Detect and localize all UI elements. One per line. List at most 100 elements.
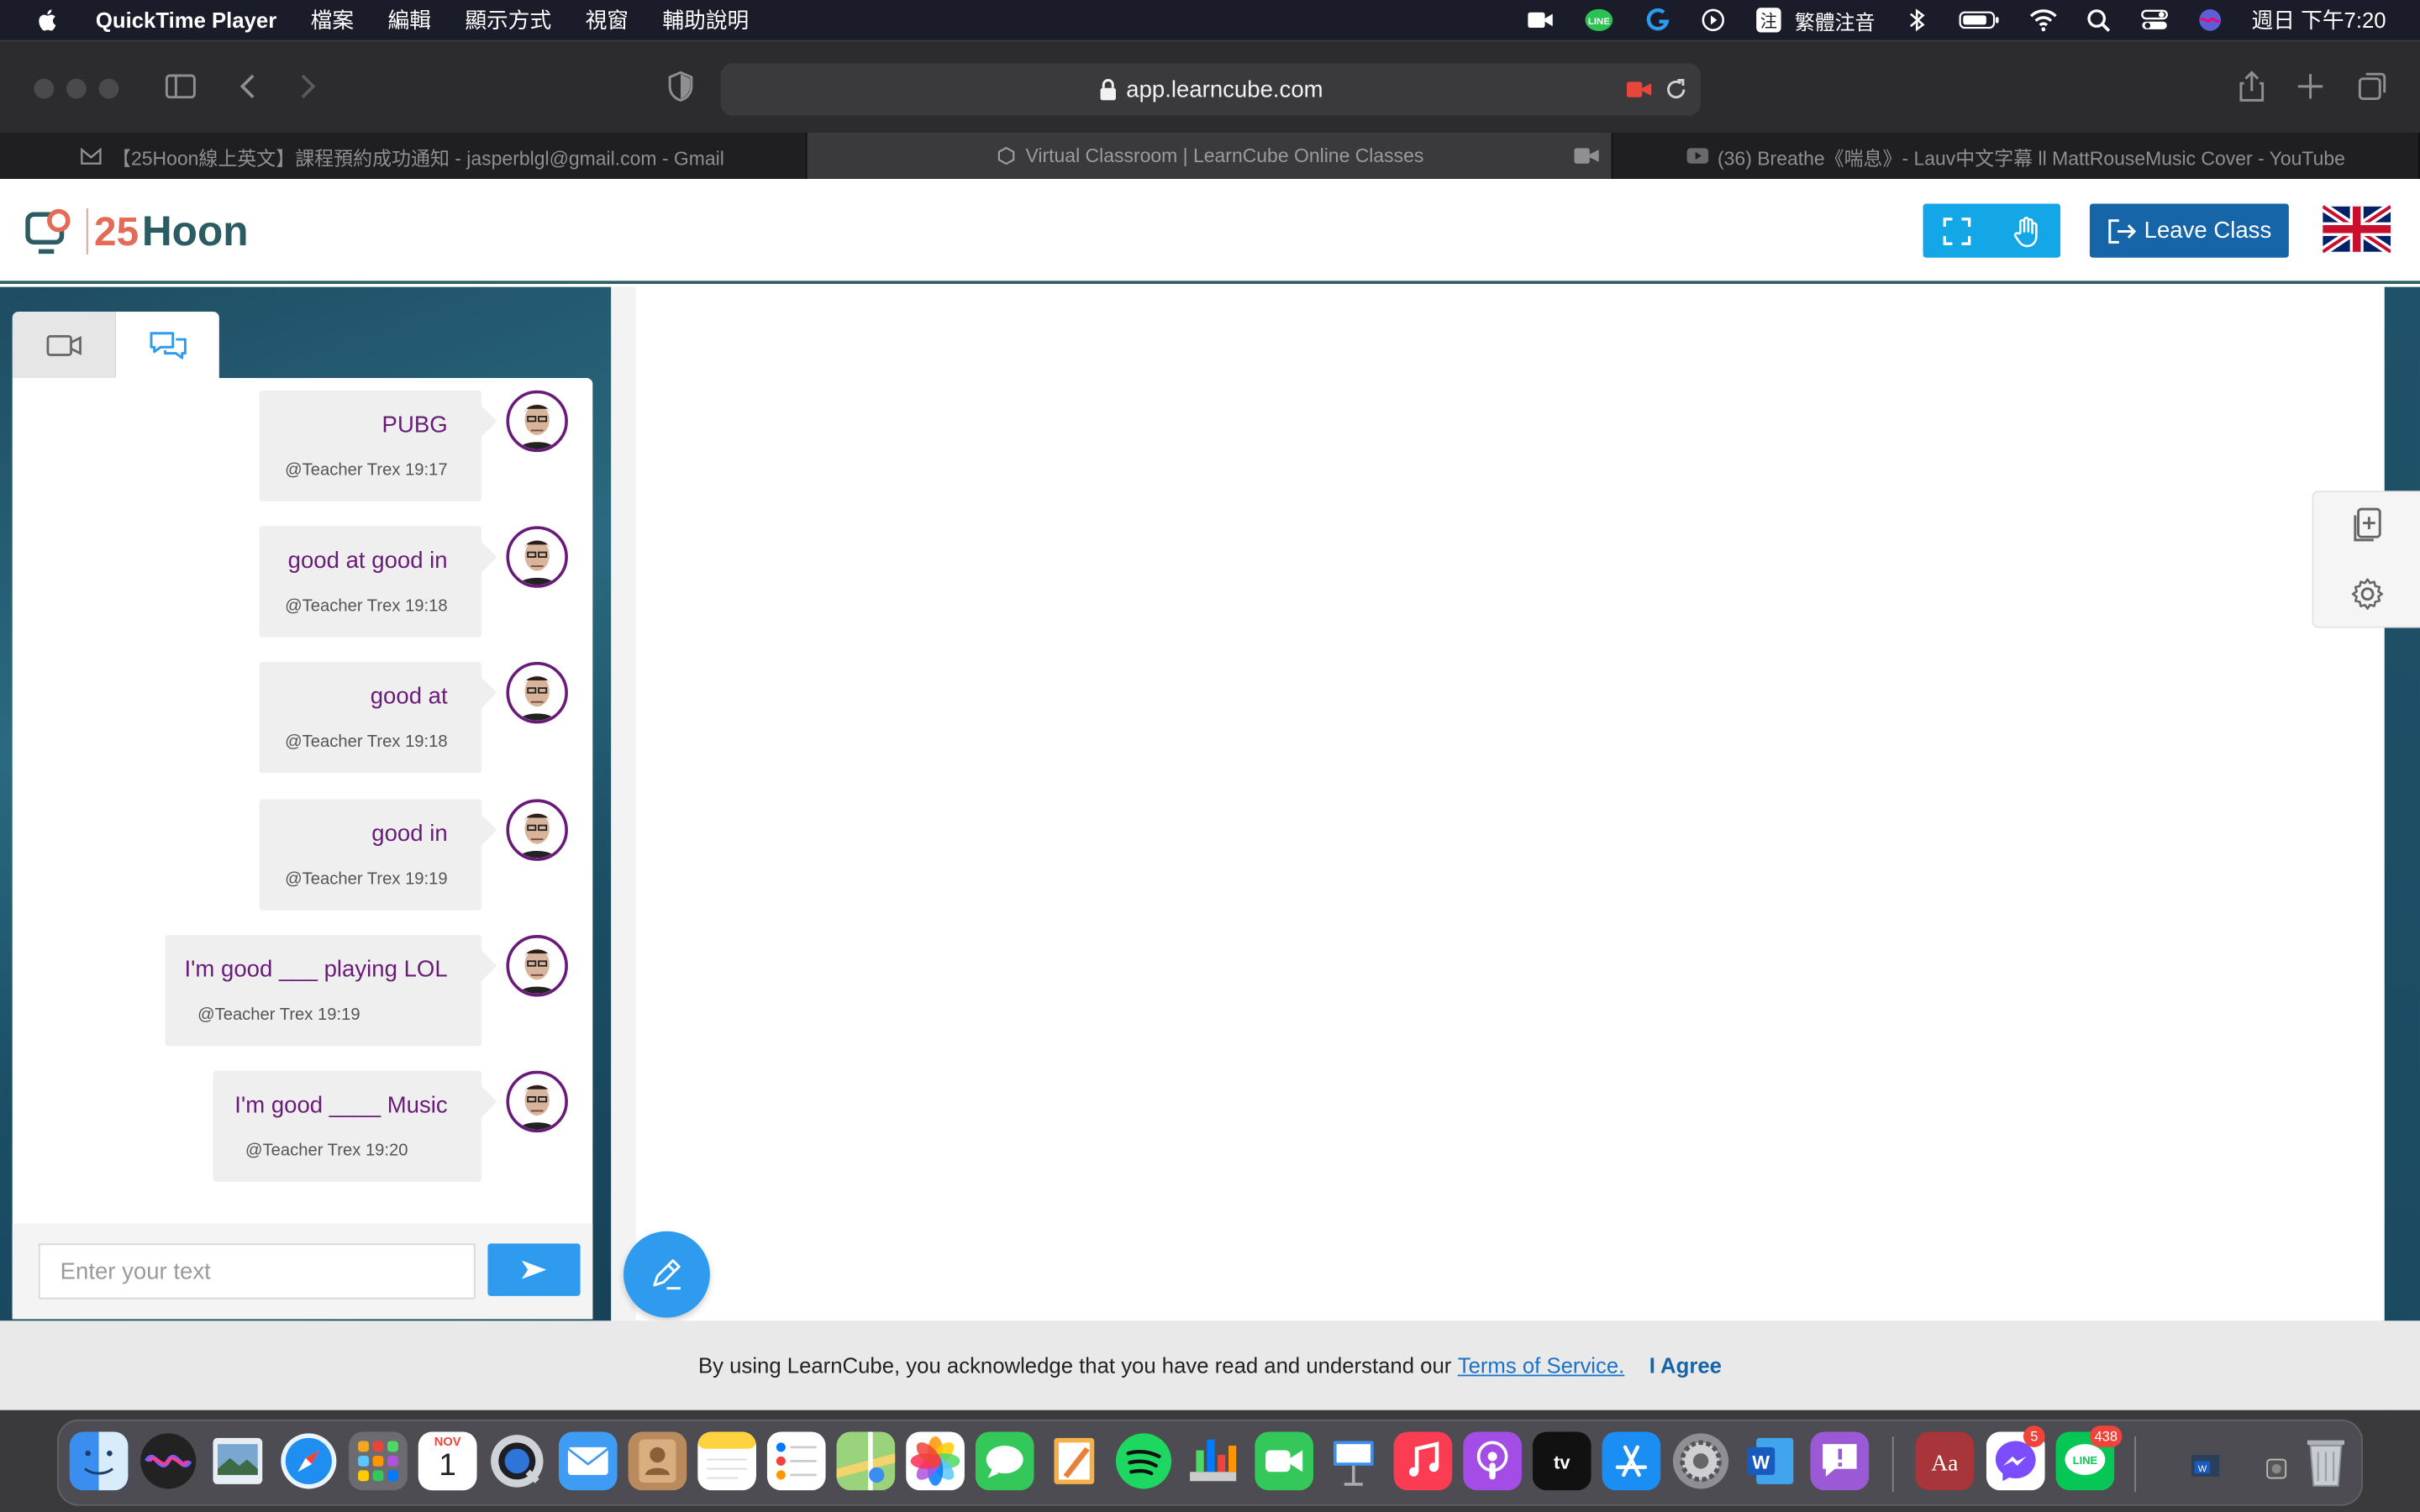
tab-overview-icon[interactable]: [2355, 70, 2389, 103]
leave-class-label: Leave Class: [2144, 217, 2272, 244]
safari-icon[interactable]: [279, 1431, 338, 1490]
preview-icon[interactable]: [208, 1431, 267, 1490]
launchpad-icon[interactable]: [349, 1431, 408, 1491]
contacts-icon[interactable]: [628, 1431, 687, 1491]
teacher-avatar-icon: [509, 1074, 566, 1130]
control-center-icon[interactable]: [2140, 8, 2168, 32]
menu-edit[interactable]: 編輯: [387, 5, 430, 36]
video-camera-icon: [45, 334, 81, 355]
tab-video[interactable]: [12, 312, 116, 378]
mail-icon[interactable]: [558, 1431, 618, 1491]
sidebar-toggle-icon[interactable]: [164, 70, 197, 103]
spotify-icon[interactable]: [1114, 1431, 1173, 1490]
svg-text:W: W: [2198, 1464, 2207, 1474]
svg-text:LINE: LINE: [2073, 1454, 2098, 1467]
wifi-icon[interactable]: [2029, 8, 2057, 32]
siri-icon[interactable]: [2196, 8, 2223, 32]
add-document-icon: [2353, 507, 2381, 542]
bluetooth-icon[interactable]: [1902, 8, 1930, 32]
settings-button[interactable]: [2313, 560, 2420, 628]
tab-title: (36) Breathe《喘息》- Lauv中文字幕 ll MattRouseM…: [1718, 147, 2345, 170]
notes-icon[interactable]: [697, 1431, 756, 1491]
teacher-avatar-icon: [509, 528, 566, 585]
share-icon[interactable]: [2235, 70, 2269, 103]
menubar-clock[interactable]: 週日 下午7:20: [2252, 5, 2386, 36]
numbers-icon[interactable]: [1184, 1431, 1243, 1490]
podcasts-icon[interactable]: [1463, 1431, 1523, 1491]
menu-view[interactable]: 顯示方式: [465, 5, 551, 36]
back-icon[interactable]: [232, 70, 266, 103]
exit-icon: [2108, 218, 2137, 243]
finder-icon[interactable]: [69, 1431, 129, 1491]
zoom-window-button[interactable]: [98, 78, 119, 99]
whiteboard[interactable]: [611, 286, 2385, 1321]
gear-icon: [2350, 578, 2383, 610]
camera-in-use-icon[interactable]: [1626, 81, 1652, 99]
input-method-label[interactable]: 繁體注音: [1795, 5, 1876, 34]
tab-youtube[interactable]: (36) Breathe《喘息》- Lauv中文字幕 ll MattRouseM…: [1613, 132, 2420, 180]
camera-status-icon[interactable]: [1526, 8, 1554, 32]
word-icon[interactable]: W: [1741, 1431, 1800, 1490]
logitech-icon[interactable]: [1644, 8, 1671, 32]
siri-app-icon[interactable]: [139, 1431, 197, 1490]
music-icon[interactable]: [1393, 1431, 1453, 1491]
menu-window[interactable]: 視窗: [586, 5, 629, 36]
reload-icon[interactable]: [1664, 77, 1688, 102]
pages-icon[interactable]: [1044, 1431, 1103, 1490]
reminders-icon[interactable]: [766, 1431, 826, 1491]
facetime-icon[interactable]: [1255, 1431, 1314, 1491]
menu-help[interactable]: 輔助說明: [662, 5, 749, 36]
uk-flag-language-icon[interactable]: [2323, 203, 2391, 255]
quicktime-icon[interactable]: [487, 1431, 546, 1490]
add-page-button[interactable]: [2313, 492, 2420, 560]
screenshot-thumbnail-icon[interactable]: [2254, 1442, 2300, 1488]
agree-button[interactable]: I Agree: [1649, 1353, 1722, 1378]
dictionary-icon[interactable]: Aa: [1915, 1431, 1975, 1491]
messenger-dock-item[interactable]: 5: [1986, 1425, 2045, 1491]
spotlight-search-icon[interactable]: [2085, 8, 2112, 33]
apple-menu-icon[interactable]: [34, 6, 61, 34]
tab-gmail[interactable]: 【25Hoon線上英文】課程預約成功通知 - jasperblgl@gmail.…: [0, 132, 808, 180]
draw-tool-button[interactable]: [623, 1231, 710, 1318]
keynote-icon[interactable]: [1324, 1431, 1383, 1490]
fullscreen-button[interactable]: [1923, 203, 1992, 257]
address-bar[interactable]: app.learncube.com: [720, 63, 1702, 116]
tab-chat[interactable]: [115, 312, 219, 378]
new-tab-icon[interactable]: [2293, 70, 2327, 103]
forward-icon[interactable]: [290, 70, 324, 103]
input-source-icon[interactable]: 注: [1754, 8, 1782, 33]
tab-learncube[interactable]: Virtual Classroom | LearnCube Online Cla…: [807, 132, 1614, 180]
privacy-shield-icon[interactable]: [664, 70, 697, 103]
chat-input[interactable]: [38, 1243, 476, 1299]
app-store-icon[interactable]: [1602, 1431, 1661, 1491]
menu-file[interactable]: 檔案: [311, 5, 354, 36]
line-dock-item[interactable]: LINE 438: [2055, 1425, 2123, 1491]
close-window-button[interactable]: [34, 78, 55, 99]
play-circle-icon[interactable]: [1699, 8, 1727, 32]
right-edge-background: [2382, 286, 2420, 1410]
battery-icon[interactable]: [1959, 8, 2002, 32]
chat-message-list[interactable]: PUBG @Teacher Trex 19:17 good at good in…: [12, 377, 593, 1320]
send-button[interactable]: [487, 1243, 581, 1296]
message-meta: @Teacher Trex 19:17: [285, 461, 448, 480]
apple-tv-icon[interactable]: tv: [1532, 1431, 1591, 1491]
messages-icon[interactable]: [975, 1431, 1034, 1491]
system-preferences-icon[interactable]: [1671, 1431, 1730, 1490]
consent-text: By using LearnCube, you acknowledge that…: [698, 1352, 1452, 1378]
terms-of-service-link[interactable]: Terms of Service.: [1458, 1353, 1625, 1378]
active-app-name[interactable]: QuickTime Player: [96, 8, 276, 32]
gmail-icon: [81, 147, 103, 165]
pencil-icon: [653, 1259, 681, 1290]
calendar-icon[interactable]: NOV 1: [418, 1431, 477, 1491]
word-document-icon[interactable]: W: [2182, 1442, 2228, 1488]
maps-icon[interactable]: [836, 1431, 896, 1491]
message-text: good at good in: [287, 548, 448, 575]
feedback-icon[interactable]: [1810, 1431, 1870, 1491]
leave-class-button[interactable]: Leave Class: [2089, 203, 2289, 258]
trash-icon[interactable]: [2296, 1431, 2355, 1490]
line-menubar-icon[interactable]: LINE: [1581, 8, 1615, 32]
learncube-icon: [997, 146, 1014, 165]
minimize-window-button[interactable]: [66, 78, 87, 99]
raise-hand-button[interactable]: [1991, 203, 2060, 257]
photos-icon[interactable]: [906, 1431, 965, 1491]
